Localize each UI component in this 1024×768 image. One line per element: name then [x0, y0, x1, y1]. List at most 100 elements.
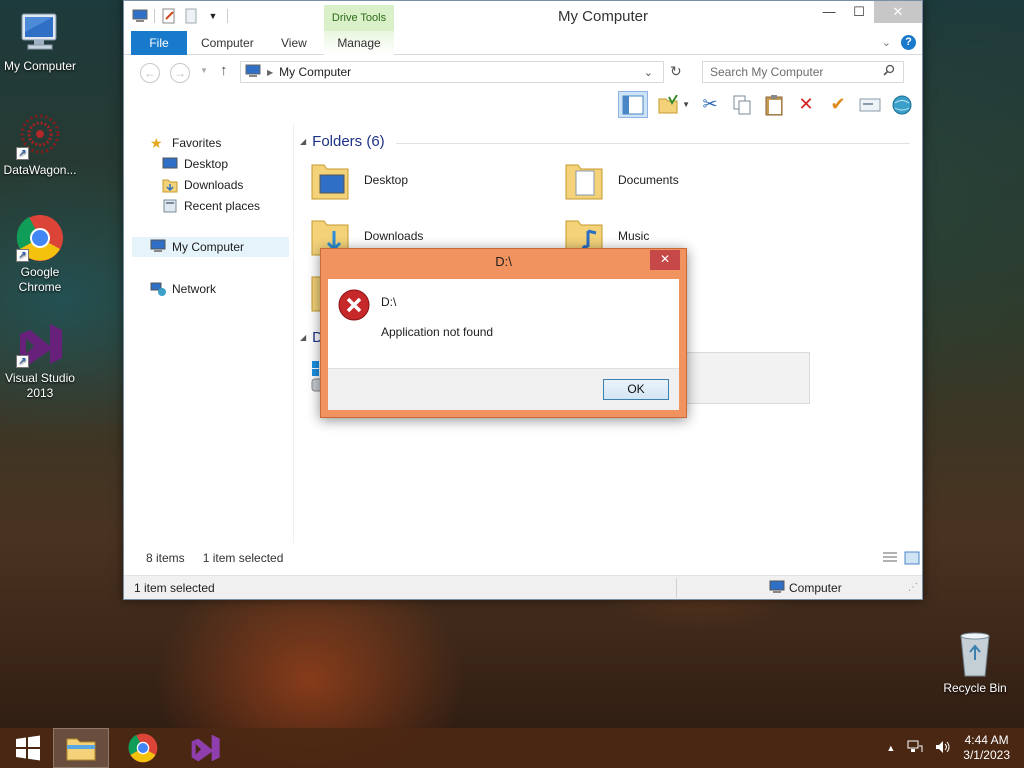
shortcut-arrow-icon: ↗ [16, 249, 29, 262]
file-explorer-icon [66, 738, 96, 761]
item-count: 8 items [146, 551, 185, 565]
desktop-icon-datawagon[interactable]: ↗ DataWagon... [0, 112, 80, 178]
status-divider [676, 578, 677, 598]
select-folder-icon[interactable] [656, 93, 680, 117]
taskbar: ▲ 4:44 AM 3/1/2023 [0, 728, 1024, 768]
recycle-bin-icon [951, 630, 999, 678]
folders-group-header[interactable]: ◢ Folders (6) [300, 133, 391, 150]
windows-logo-icon [16, 735, 40, 761]
taskbar-file-explorer[interactable] [53, 728, 109, 768]
navigation-bar: ← → ▼ ↑ ▶ My Computer ⌄ ↻ Search My Comp… [124, 55, 922, 89]
breadcrumb-separator-icon[interactable]: ▶ [267, 68, 273, 77]
nav-label: Desktop [184, 157, 229, 171]
title-bar[interactable]: ▼ Drive Tools My Computer — ☐ ✕ [124, 1, 922, 31]
group-divider [396, 143, 910, 144]
ribbon-tabs: File Computer View Manage ⌄ ? [124, 31, 922, 55]
start-button[interactable] [0, 728, 56, 768]
desktop-icon-visual-studio[interactable]: ↗ Visual Studio 2013 [0, 320, 80, 401]
refresh-button[interactable]: ↻ [670, 63, 682, 80]
minimize-button[interactable]: — [814, 1, 844, 23]
folder-label: Downloads [364, 229, 424, 243]
computer-icon [16, 8, 64, 56]
details-view-icon[interactable] [882, 551, 898, 568]
back-button[interactable]: ← [140, 63, 160, 83]
folder-desktop[interactable]: Desktop [310, 159, 408, 201]
nav-desktop[interactable]: Desktop [162, 154, 228, 174]
search-input[interactable]: Search My Computer [702, 61, 904, 83]
network-status-icon[interactable] [907, 740, 923, 757]
network-icon [150, 281, 166, 297]
tab-manage[interactable]: Manage [324, 31, 394, 55]
ok-button[interactable]: OK [603, 379, 669, 400]
dialog-title[interactable]: D:\ [321, 249, 686, 277]
taskbar-visual-studio[interactable] [177, 728, 233, 768]
ribbon-controls: ⌄ ? [882, 35, 916, 50]
delete-icon[interactable]: ✕ [794, 93, 818, 117]
clock[interactable]: 4:44 AM 3/1/2023 [963, 733, 1010, 763]
nav-favorites[interactable]: ★ Favorites [150, 133, 221, 153]
nav-label: Recent places [184, 199, 261, 213]
close-button[interactable]: ✕ [874, 1, 922, 23]
folder-documents[interactable]: Documents [564, 159, 679, 201]
search-icon [883, 62, 895, 82]
visual-studio-icon [191, 734, 220, 762]
dialog-footer: OK [328, 368, 679, 410]
selection-count: 1 item selected [202, 551, 284, 565]
desktop-folder-icon [310, 159, 350, 201]
taskbar-chrome[interactable] [115, 728, 171, 768]
collapse-icon[interactable]: ◢ [300, 333, 306, 342]
desktop-icon-label: Recycle Bin [943, 681, 1007, 695]
computer-icon [150, 239, 166, 255]
desktop-icon-label: Google Chrome [18, 265, 62, 294]
desktop-icon-recycle-bin[interactable]: Recycle Bin [935, 630, 1015, 696]
address-bar[interactable]: ▶ My Computer ⌄ [240, 61, 664, 83]
system-tray: ▲ 4:44 AM 3/1/2023 [886, 728, 1010, 768]
downloads-folder-icon [162, 177, 178, 193]
network-globe-icon[interactable] [890, 93, 914, 117]
rename-icon[interactable]: ✔ [826, 93, 850, 117]
up-button[interactable]: ↑ [220, 62, 228, 79]
error-icon [338, 289, 370, 324]
folder-label: Documents [618, 173, 679, 187]
cut-icon[interactable]: ✂ [698, 93, 722, 117]
forward-button[interactable]: → [170, 63, 190, 83]
collapse-icon[interactable]: ◢ [300, 137, 306, 146]
command-toolbar: ▼ ✂ ✕ ✔ [124, 89, 922, 121]
resize-grip-icon[interactable]: ⋰ [908, 582, 918, 593]
paste-icon[interactable] [762, 93, 786, 117]
desktop-icon-google-chrome[interactable]: ↗ Google Chrome [0, 214, 80, 295]
expand-ribbon-icon[interactable]: ⌄ [882, 36, 891, 49]
properties-icon[interactable] [858, 93, 882, 117]
desktop-icon-my-computer[interactable]: My Computer [0, 8, 80, 74]
dialog-close-button[interactable]: ✕ [650, 250, 680, 270]
copy-icon[interactable] [730, 93, 754, 117]
chrome-icon: ↗ [16, 214, 64, 262]
maximize-button[interactable]: ☐ [844, 1, 874, 23]
dialog-path: D:\ [381, 295, 397, 309]
address-text: My Computer [279, 65, 352, 79]
tab-file[interactable]: File [131, 31, 187, 55]
status-selection: 1 item selected [134, 581, 215, 595]
star-icon: ★ [150, 135, 163, 151]
nav-network[interactable]: Network [150, 279, 216, 299]
window-title: My Computer [557, 8, 649, 25]
nav-recent-places[interactable]: Recent places [162, 196, 260, 216]
search-placeholder: Search My Computer [710, 65, 824, 79]
address-dropdown-icon[interactable]: ⌄ [644, 66, 653, 79]
volume-icon[interactable] [935, 740, 951, 757]
view-switcher [882, 551, 920, 568]
recent-locations-icon[interactable]: ▼ [200, 66, 208, 75]
large-icons-view-icon[interactable] [904, 551, 920, 568]
nav-downloads[interactable]: Downloads [162, 175, 243, 195]
select-dropdown-icon[interactable]: ▼ [682, 100, 690, 109]
nav-label: Network [172, 282, 217, 296]
help-icon[interactable]: ? [901, 35, 916, 50]
preview-pane-icon[interactable] [618, 91, 649, 118]
tab-view[interactable]: View [269, 31, 319, 55]
nav-my-computer[interactable]: My Computer [132, 237, 289, 257]
clock-date: 3/1/2023 [963, 748, 1010, 762]
show-hidden-icons-icon[interactable]: ▲ [886, 743, 895, 753]
desktop-icon-label: My Computer [3, 59, 77, 73]
status-location: Computer [789, 581, 842, 595]
tab-computer[interactable]: Computer [189, 31, 266, 55]
